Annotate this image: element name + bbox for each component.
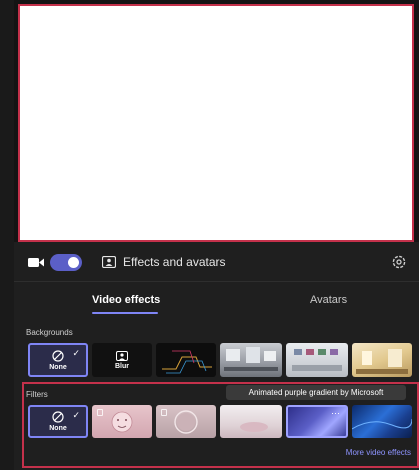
video-preview [18, 4, 414, 242]
effects-and-avatars-button[interactable]: Effects and avatars [102, 251, 226, 273]
lock-icon [161, 409, 167, 416]
effects-panel: Effects and avatars Video effects Avatar… [14, 242, 419, 470]
filter-wave-image [352, 418, 412, 430]
tabs: Video effects Avatars [14, 282, 419, 322]
lock-icon [97, 409, 103, 416]
background-thumbnail[interactable] [220, 343, 282, 377]
filter-none-label: None [49, 425, 67, 432]
filter-soft-image [240, 422, 268, 432]
filters-label: Filters [26, 390, 48, 399]
more-options-icon[interactable]: ⋯ [331, 408, 341, 419]
background-office-image [224, 347, 278, 371]
filter-thumbnail[interactable] [156, 405, 216, 438]
background-thumbnail[interactable] [286, 343, 348, 377]
filter-tooltip: Animated purple gradient by Microsoft [226, 385, 406, 400]
filter-thumbnail[interactable] [92, 405, 152, 438]
toggle-knob [68, 257, 79, 268]
background-neon-image [162, 350, 212, 374]
filter-thumbnail[interactable] [352, 405, 412, 438]
filter-animated-purple-gradient[interactable]: ⋯ [286, 405, 348, 438]
background-blur-label: Blur [115, 362, 129, 370]
camera-toggle[interactable] [50, 254, 82, 271]
active-tab-indicator [92, 312, 158, 314]
filter-none-tile[interactable]: ✓ None [28, 405, 88, 438]
left-edge [0, 0, 14, 470]
background-effects-icon [102, 256, 116, 268]
check-icon: ✓ [72, 410, 80, 420]
control-bar: Effects and avatars [14, 242, 419, 282]
tab-avatars[interactable]: Avatars [310, 294, 347, 306]
background-blur-tile[interactable]: Blur [92, 343, 152, 377]
gear-icon[interactable] [391, 254, 407, 270]
background-none-label: None [49, 363, 67, 371]
backgrounds-label: Backgrounds [26, 328, 73, 337]
no-effect-icon [52, 411, 64, 423]
no-effect-icon [52, 349, 64, 362]
background-thumbnail[interactable] [352, 343, 412, 377]
background-lounge-image [356, 349, 408, 374]
background-room-image [292, 349, 342, 371]
background-thumbnail[interactable] [156, 343, 216, 377]
blur-icon [116, 350, 128, 361]
more-video-effects-link[interactable]: More video effects [346, 448, 411, 457]
filter-thumbnail[interactable] [220, 405, 282, 438]
effects-label: Effects and avatars [123, 255, 226, 269]
tab-video-effects[interactable]: Video effects [92, 294, 160, 306]
check-icon: ✓ [72, 348, 80, 358]
camera-icon [28, 258, 44, 267]
background-none-tile[interactable]: ✓ None [28, 343, 88, 377]
